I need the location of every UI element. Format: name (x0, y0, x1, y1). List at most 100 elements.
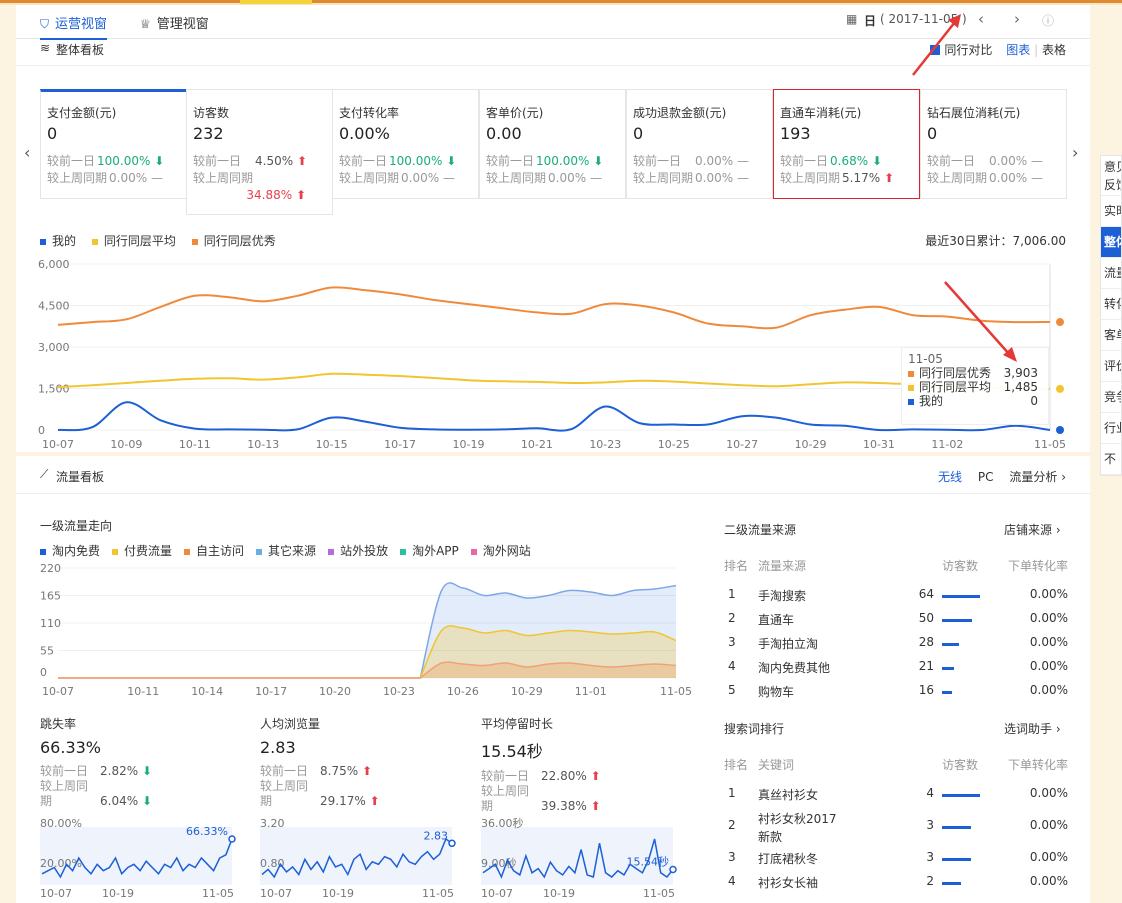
table-row[interactable]: 4 淘内免费其他 21 0.00% (724, 659, 1068, 683)
table-row[interactable]: 3 手淘拍立淘 28 0.00% (724, 635, 1068, 659)
area-legend-item[interactable]: 付费流量 (112, 544, 172, 558)
sidebar-feedback[interactable]: 意见反馈 (1101, 156, 1121, 196)
legend-swatch (256, 548, 263, 555)
legend-peer-top[interactable]: 同行同层优秀 (191, 234, 276, 248)
peer-compare-label[interactable]: 同行对比 (944, 43, 992, 57)
table-row[interactable]: 1 真丝衬衫女 4 0.00% (724, 786, 1068, 810)
chart-view-link[interactable]: 图表 (1006, 43, 1030, 57)
compare-day-label: 较前一日 (927, 154, 976, 168)
sidebar-item[interactable]: 行业 (1101, 413, 1121, 444)
table-row[interactable]: 2 直通车 50 0.00% (724, 611, 1068, 635)
area-legend-item[interactable]: 自主访问 (184, 544, 244, 558)
metrics-prev-icon[interactable]: ‹ (24, 143, 30, 162)
column-header[interactable]: 关键词 (758, 756, 794, 773)
date-granularity[interactable]: 日 (864, 12, 876, 29)
area-legend-item[interactable]: 站外投放 (328, 544, 388, 558)
table-row[interactable]: 3 打底裙秋冬 3 0.00% (724, 850, 1068, 874)
sparkline-endpoint[interactable] (448, 839, 456, 848)
peer-compare-checkbox[interactable] (930, 45, 941, 55)
metric-card[interactable]: 钻石展位消耗(元) 0 较前一日 0.00% — 较上周同期 0.00% — (920, 89, 1067, 199)
row-name: 手淘拍立淘 (758, 637, 819, 651)
table-row[interactable]: 2 衬衫女秋2017 新款 3 0.00% (724, 810, 1068, 850)
kpi-compare-day-label: 较前一日 (481, 769, 530, 783)
chevron-right-icon[interactable]: › (1014, 10, 1020, 28)
area-legend-item[interactable]: 淘内免费 (40, 544, 100, 558)
sparkline-endpoint[interactable] (228, 835, 236, 843)
table-row[interactable]: 4 衬衫女长袖 2 0.00% (724, 874, 1068, 898)
sidebar-item[interactable]: 评价 (1101, 351, 1121, 382)
metric-comparison: 较前一日 0.68% ⬇ 较上周同期 5.17% ⬆ (780, 153, 913, 187)
legend-peer-avg[interactable]: 同行同层平均 (91, 234, 176, 248)
area-legend-label: 淘外网站 (482, 544, 531, 558)
row-name: 打底裙秋冬 (758, 852, 819, 866)
column-header[interactable]: 访客数 (942, 756, 978, 773)
calendar-icon[interactable]: ▦ (846, 12, 857, 26)
series-line-2[interactable] (57, 286, 1051, 330)
column-header[interactable]: 下单转化率 (1008, 557, 1068, 574)
sidebar-item[interactable]: 实时 (1101, 196, 1121, 227)
trend-up-icon: ⬆ (293, 154, 308, 168)
chevron-right-icon[interactable]: › (1061, 470, 1066, 484)
legend-swatch (184, 548, 191, 555)
store-source-link[interactable]: 店铺来源 › (1004, 521, 1061, 538)
column-header[interactable]: 下单转化率 (1008, 756, 1068, 773)
table-view-link[interactable]: 表格 (1042, 43, 1066, 57)
metric-card[interactable]: 支付转化率 0.00% 较前一日 100.00% ⬇ 较上周同期 0.00% — (332, 89, 479, 199)
info-icon[interactable]: ⓘ (1042, 12, 1054, 29)
sidebar-item[interactable]: 不 (1101, 444, 1121, 475)
tab-operations[interactable]: ⛉ 运营视窗 (40, 13, 108, 40)
metric-card[interactable]: 支付金额(元) 0 较前一日 100.00% ⬇ 较上周同期 0.00% — (40, 89, 187, 199)
metrics-next-icon[interactable]: › (1072, 143, 1078, 162)
row-rank: 2 (728, 611, 736, 625)
area-legend-item[interactable]: 其它来源 (256, 544, 316, 558)
keyword-helper-link[interactable]: 选词助手 › (1004, 720, 1061, 737)
date-value[interactable]: ( 2017-11-05 ) (880, 12, 967, 26)
row-visitors: 4 (926, 786, 934, 800)
x-tick-label: 10-07 (42, 685, 74, 698)
sidebar-item[interactable]: 整体 (1101, 227, 1121, 258)
sidebar-item[interactable]: 转化 (1101, 289, 1121, 320)
series-endpoint-1[interactable] (1056, 384, 1064, 393)
compare-week-value: 0.00% (109, 171, 148, 185)
pc-tab[interactable]: PC (978, 470, 994, 484)
x-tick-label: 10-23 (589, 438, 621, 451)
column-header[interactable]: 排名 (724, 756, 748, 773)
series-endpoint-2[interactable] (1056, 318, 1064, 327)
sparkline-tick: 10-19 (322, 887, 354, 899)
row-name: 衬衫女秋2017 (758, 812, 837, 826)
flow-analysis-link[interactable]: 流量分析 (1009, 470, 1057, 484)
metric-card[interactable]: 客单价(元) 0.00 较前一日 100.00% ⬇ 较上周同期 0.00% — (479, 89, 626, 199)
metric-label: 支付转化率 (339, 106, 400, 120)
column-header[interactable]: 访客数 (942, 557, 978, 574)
row-visitors: 28 (918, 635, 934, 649)
sidebar-item[interactable]: 流量 (1101, 258, 1121, 289)
sidebar-label: 不 (1104, 452, 1117, 466)
chevron-left-icon[interactable]: ‹ (978, 10, 984, 28)
sidebar-item[interactable]: 竞争 (1101, 382, 1121, 413)
compare-week-label: 较上周同期 (927, 171, 988, 185)
metric-card[interactable]: 成功退款金额(元) 0 较前一日 0.00% — 较上周同期 0.00% — (626, 89, 773, 199)
area-legend-item[interactable]: 淘外APP (400, 544, 459, 558)
sparkline-tick: 10-19 (543, 887, 575, 899)
metric-card[interactable]: 直通车消耗(元) 193 较前一日 0.68% ⬇ 较上周同期 5.17% ⬆ (773, 89, 920, 199)
row-rank: 1 (728, 786, 736, 800)
legend-mine[interactable]: 我的 (40, 234, 76, 248)
metric-label: 成功退款金额(元) (633, 106, 727, 120)
legend-swatch (328, 548, 335, 555)
series-endpoint-0[interactable] (1056, 426, 1064, 434)
sidebar-item[interactable]: 客单 (1101, 320, 1121, 351)
wireless-tab[interactable]: 无线 (938, 470, 962, 484)
metric-cards: 支付金额(元) 0 较前一日 100.00% ⬇ 较上周同期 0.00% — 访客数 232 较… (40, 89, 1067, 215)
column-header[interactable]: 流量来源 (758, 557, 806, 574)
tab-management[interactable]: ♕ 管理视窗 (140, 13, 209, 35)
metric-card[interactable]: 访客数 232 较前一日 4.50% ⬆ 较上周同期 34.88% ⬆ (186, 89, 333, 215)
sparkline-bottom-label: 0.80 (260, 857, 285, 870)
table-row[interactable]: 5 购物车 16 0.00% (724, 683, 1068, 707)
sparkline-endpoint[interactable] (669, 865, 677, 874)
column-header[interactable]: 排名 (724, 557, 748, 574)
row-rank: 1 (728, 587, 736, 601)
table-row[interactable]: 1 手淘搜索 64 0.00% (724, 587, 1068, 611)
area-legend-item[interactable]: 淘外网站 (470, 544, 531, 558)
trend-down-icon: ⬇ (150, 154, 165, 168)
line-chart-icon: ⟋ (40, 467, 49, 481)
